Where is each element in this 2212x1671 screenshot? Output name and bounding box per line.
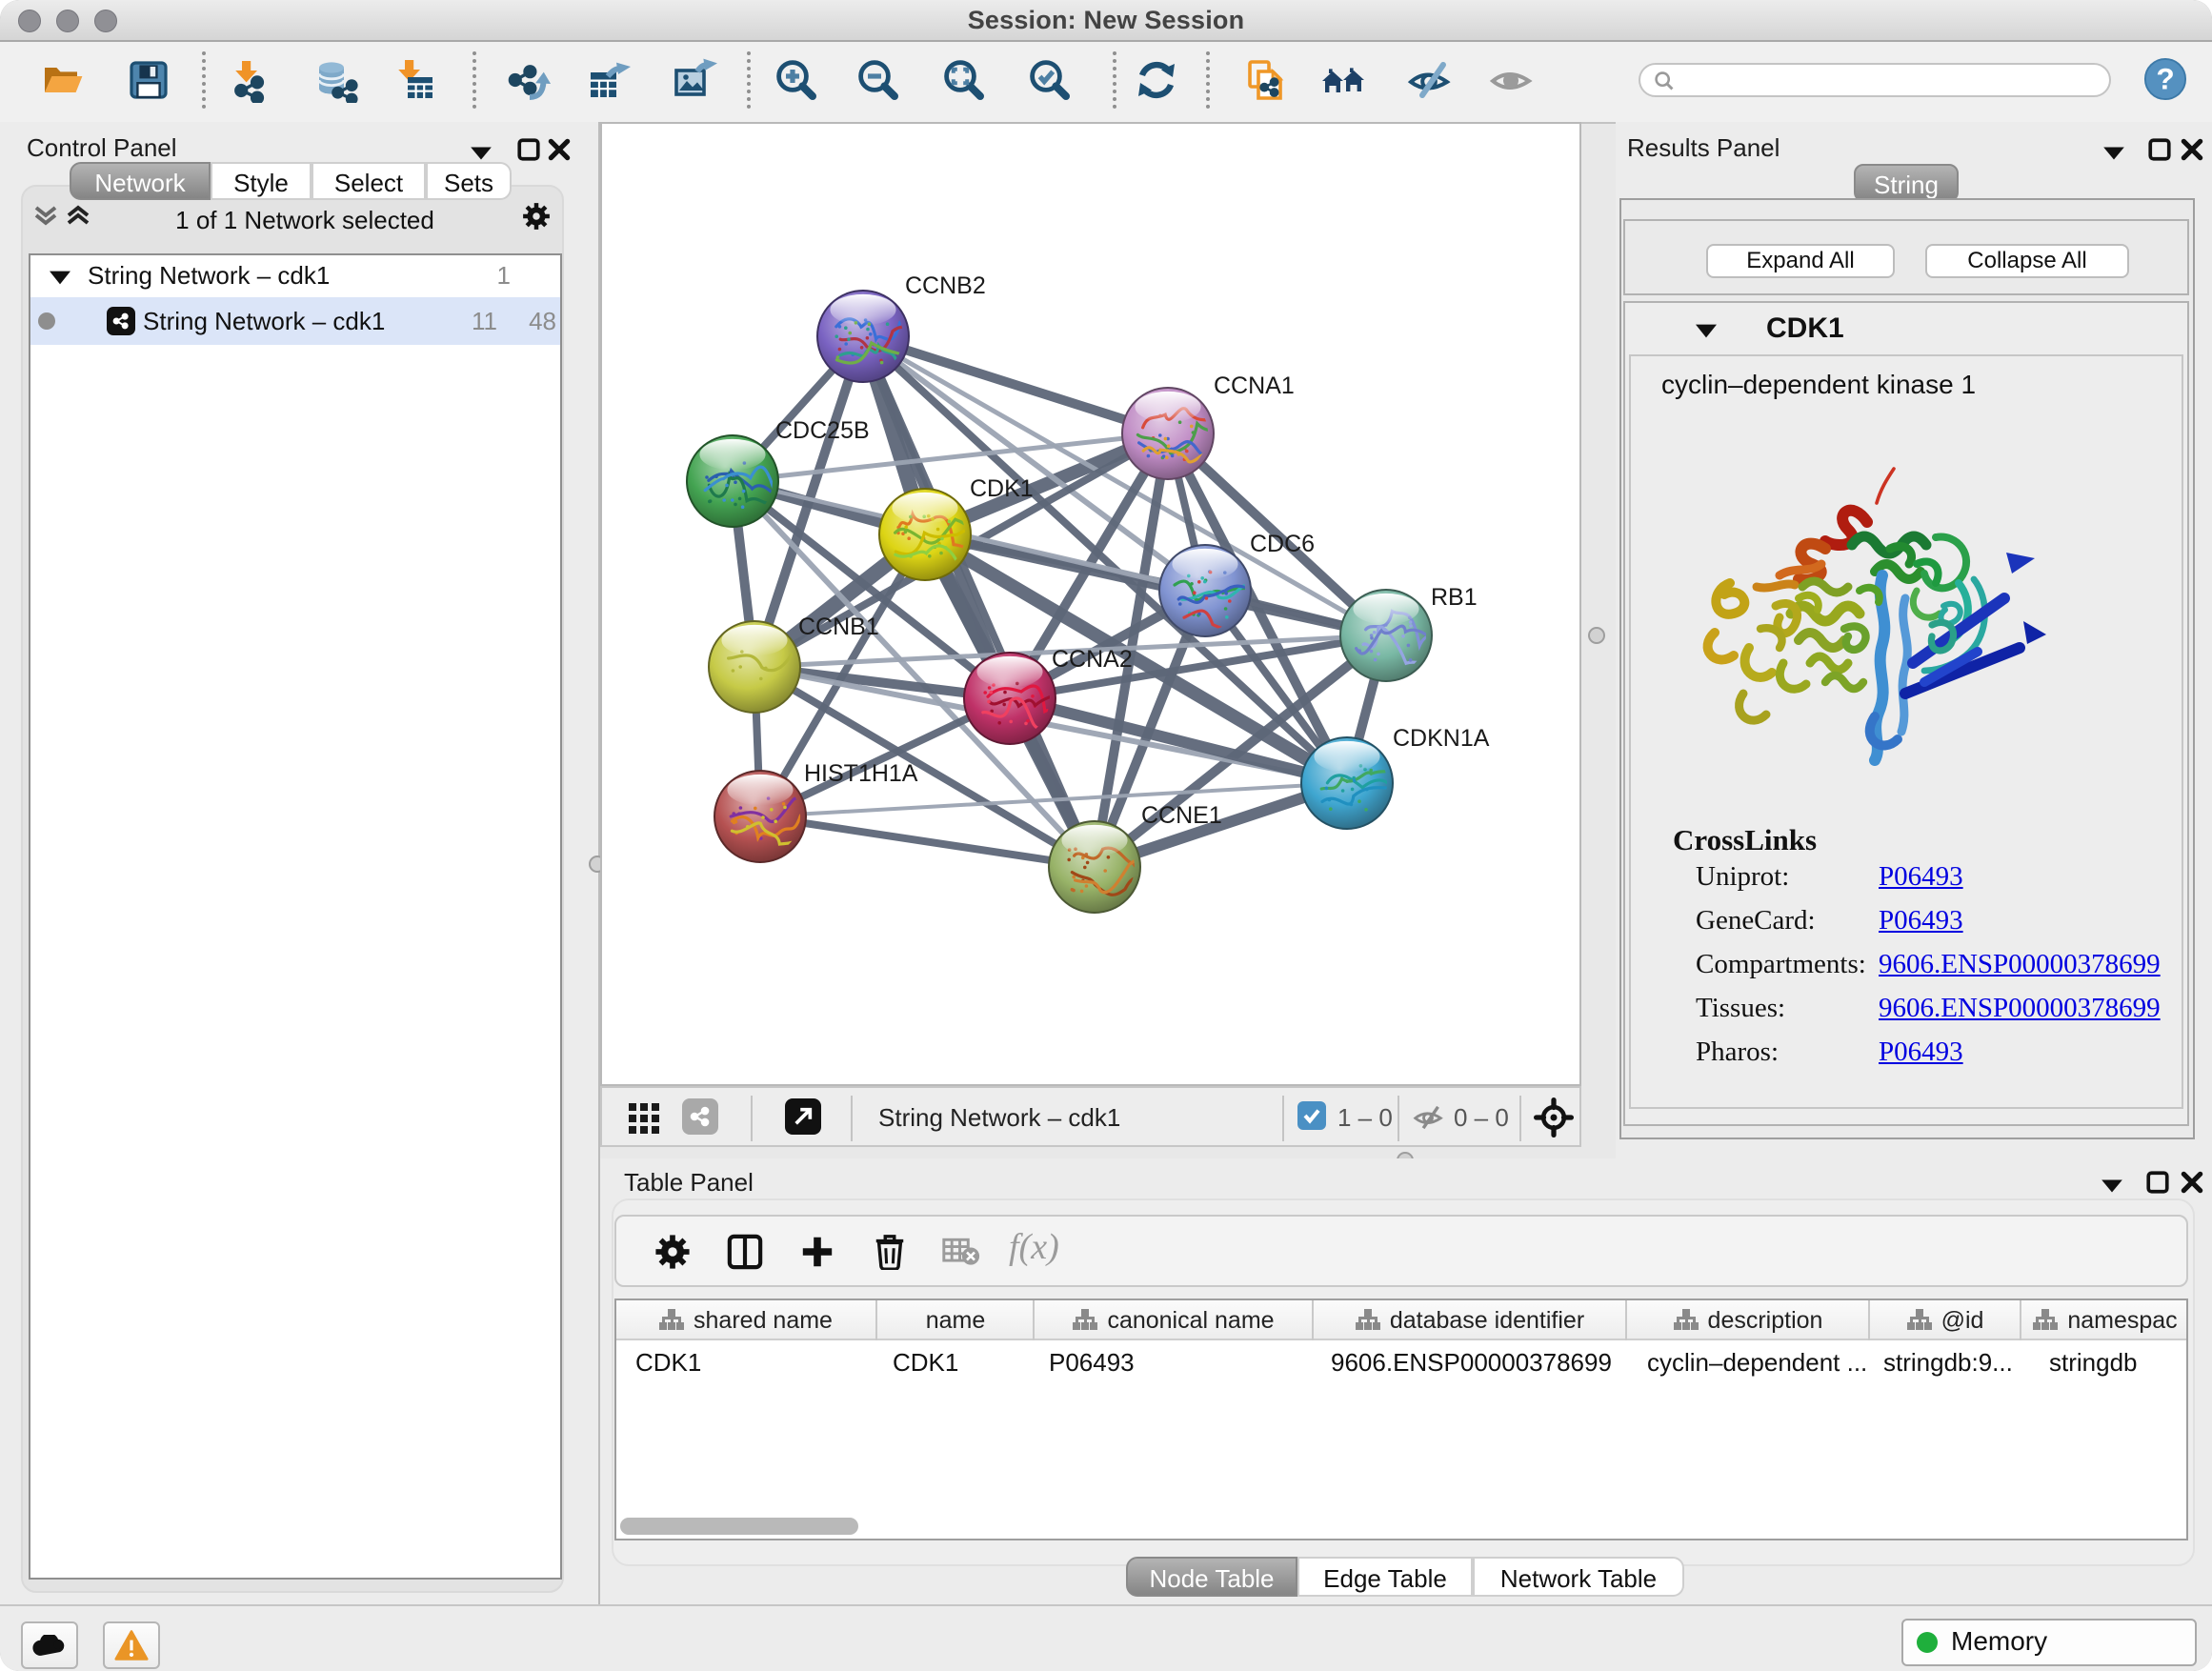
svg-text:CCNE1: CCNE1 (1141, 802, 1222, 829)
svg-text:?: ? (2156, 62, 2174, 96)
svg-text:HIST1H1A: HIST1H1A (804, 760, 918, 787)
svg-text:CCNA2: CCNA2 (1052, 646, 1133, 673)
svg-text:CDK1: CDK1 (970, 475, 1034, 502)
svg-text:RB1: RB1 (1431, 584, 1478, 611)
svg-text:CDC25B: CDC25B (775, 417, 870, 444)
svg-text:CCNB1: CCNB1 (798, 614, 879, 640)
svg-text:CCNB2: CCNB2 (905, 272, 986, 299)
svg-text:CCNA1: CCNA1 (1214, 372, 1295, 399)
svg-text:CDC6: CDC6 (1250, 531, 1315, 557)
svg-text:CDKN1A: CDKN1A (1393, 725, 1490, 752)
